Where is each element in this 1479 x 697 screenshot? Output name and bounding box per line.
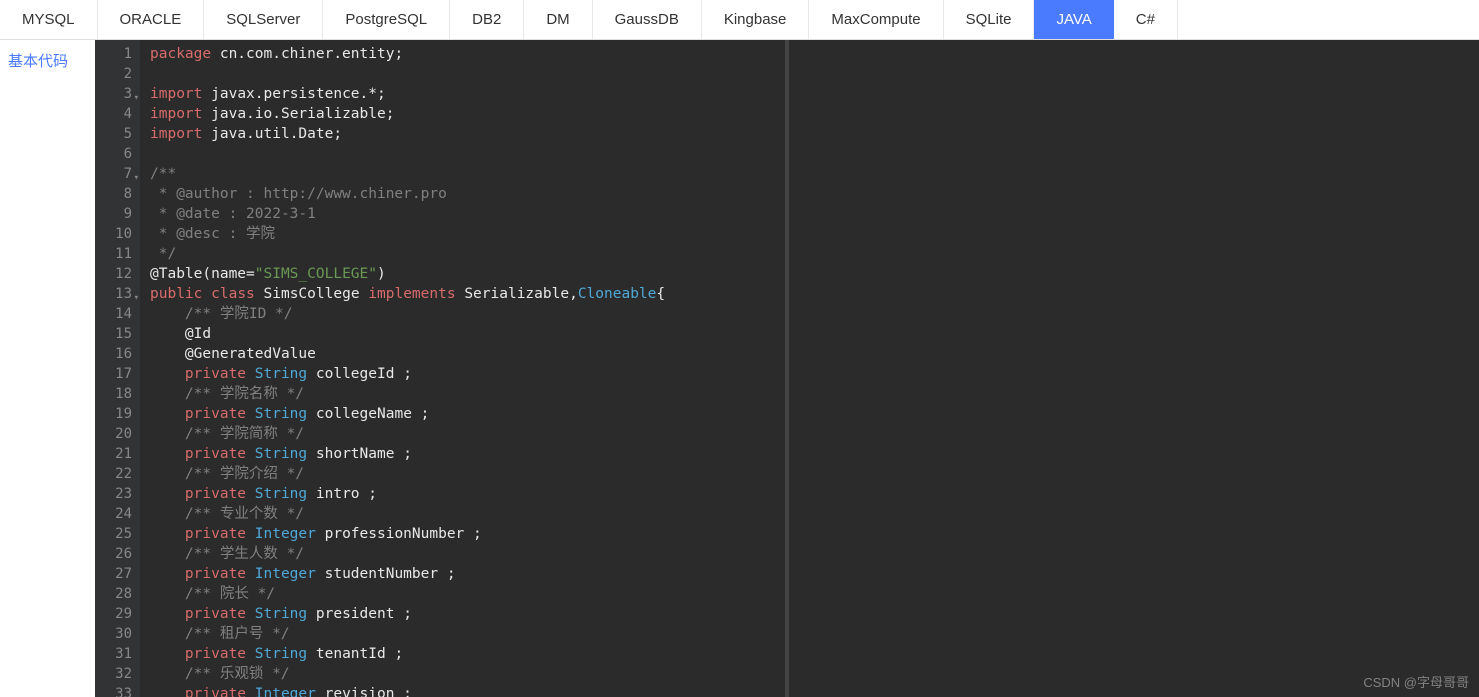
line-number: 26 xyxy=(95,544,140,564)
code-line[interactable] xyxy=(150,64,785,84)
tab-gaussdb[interactable]: GaussDB xyxy=(593,0,702,39)
line-number: 25 xyxy=(95,524,140,544)
line-number: 2 xyxy=(95,64,140,84)
line-number: 24 xyxy=(95,504,140,524)
line-number: 22 xyxy=(95,464,140,484)
right-panel xyxy=(785,40,1479,697)
line-number: 28 xyxy=(95,584,140,604)
code-line[interactable]: private String collegeId ; xyxy=(150,364,785,384)
line-number: 32 xyxy=(95,664,140,684)
code-line[interactable]: /** 学生人数 */ xyxy=(150,544,785,564)
line-number: 27 xyxy=(95,564,140,584)
tab-mysql[interactable]: MYSQL xyxy=(0,0,98,39)
code-line[interactable]: /** 学院介绍 */ xyxy=(150,464,785,484)
line-number: 23 xyxy=(95,484,140,504)
code-line[interactable]: private Integer revision ; xyxy=(150,684,785,697)
code-line[interactable]: /** 专业个数 */ xyxy=(150,504,785,524)
line-number: 17 xyxy=(95,364,140,384)
code-line[interactable]: /** 学院简称 */ xyxy=(150,424,785,444)
code-line[interactable]: * @desc : 学院 xyxy=(150,224,785,244)
code-line[interactable]: @Id xyxy=(150,324,785,344)
sidebar: 基本代码 xyxy=(0,40,95,697)
code-line[interactable]: */ xyxy=(150,244,785,264)
code-line[interactable]: private String president ; xyxy=(150,604,785,624)
code-line[interactable]: /** xyxy=(150,164,785,184)
code-line[interactable]: import javax.persistence.*; xyxy=(150,84,785,104)
line-number: 21 xyxy=(95,444,140,464)
line-number: 12 xyxy=(95,264,140,284)
code-editor[interactable]: 123▾4567▾8910111213▾14151617181920212223… xyxy=(95,40,785,697)
line-number: 20 xyxy=(95,424,140,444)
line-number: 11 xyxy=(95,244,140,264)
code-line[interactable]: /** 学院ID */ xyxy=(150,304,785,324)
tab-sqlite[interactable]: SQLite xyxy=(944,0,1035,39)
tab-db2[interactable]: DB2 xyxy=(450,0,524,39)
code-line[interactable]: /** 学院名称 */ xyxy=(150,384,785,404)
code-line[interactable]: private Integer professionNumber ; xyxy=(150,524,785,544)
code-line[interactable]: * @date : 2022-3-1 xyxy=(150,204,785,224)
code-line[interactable]: private String collegeName ; xyxy=(150,404,785,424)
tab-maxcompute[interactable]: MaxCompute xyxy=(809,0,943,39)
code-line[interactable]: package cn.com.chiner.entity; xyxy=(150,44,785,64)
tab-oracle[interactable]: ORACLE xyxy=(98,0,205,39)
code-line[interactable]: * @author : http://www.chiner.pro xyxy=(150,184,785,204)
code-line[interactable]: import java.io.Serializable; xyxy=(150,104,785,124)
line-number: 6 xyxy=(95,144,140,164)
tab-c#[interactable]: C# xyxy=(1114,0,1178,39)
code-line[interactable] xyxy=(150,144,785,164)
code-area[interactable]: package cn.com.chiner.entity; import java… xyxy=(140,40,785,697)
sidebar-item-basic-code[interactable]: 基本代码 xyxy=(8,50,87,71)
line-number: 15 xyxy=(95,324,140,344)
tab-java[interactable]: JAVA xyxy=(1034,0,1113,39)
line-number: 10 xyxy=(95,224,140,244)
line-number: 18 xyxy=(95,384,140,404)
line-number: 19 xyxy=(95,404,140,424)
watermark: CSDN @字母哥哥 xyxy=(1363,672,1469,691)
code-line[interactable]: private String shortName ; xyxy=(150,444,785,464)
tab-dm[interactable]: DM xyxy=(524,0,592,39)
code-line[interactable]: /** 租户号 */ xyxy=(150,624,785,644)
tab-sqlserver[interactable]: SQLServer xyxy=(204,0,323,39)
code-line[interactable]: @GeneratedValue xyxy=(150,344,785,364)
code-line[interactable]: @Table(name="SIMS_COLLEGE") xyxy=(150,264,785,284)
line-number: 31 xyxy=(95,644,140,664)
code-line[interactable]: private String tenantId ; xyxy=(150,644,785,664)
line-number: 13▾ xyxy=(95,284,140,304)
line-number: 14 xyxy=(95,304,140,324)
code-line[interactable]: import java.util.Date; xyxy=(150,124,785,144)
line-number: 4 xyxy=(95,104,140,124)
line-gutter: 123▾4567▾8910111213▾14151617181920212223… xyxy=(95,40,140,697)
line-number: 5 xyxy=(95,124,140,144)
line-number: 1 xyxy=(95,44,140,64)
code-line[interactable]: private Integer studentNumber ; xyxy=(150,564,785,584)
code-line[interactable]: public class SimsCollege implements Seri… xyxy=(150,284,785,304)
line-number: 29 xyxy=(95,604,140,624)
code-line[interactable]: private String intro ; xyxy=(150,484,785,504)
line-number: 7▾ xyxy=(95,164,140,184)
tab-postgresql[interactable]: PostgreSQL xyxy=(323,0,450,39)
tab-kingbase[interactable]: Kingbase xyxy=(702,0,810,39)
line-number: 16 xyxy=(95,344,140,364)
line-number: 9 xyxy=(95,204,140,224)
line-number: 3▾ xyxy=(95,84,140,104)
main: 基本代码 123▾4567▾8910111213▾141516171819202… xyxy=(0,40,1479,697)
code-line[interactable]: /** 院长 */ xyxy=(150,584,785,604)
line-number: 8 xyxy=(95,184,140,204)
code-line[interactable]: /** 乐观锁 */ xyxy=(150,664,785,684)
line-number: 30 xyxy=(95,624,140,644)
line-number: 33 xyxy=(95,684,140,697)
db-tabs: MYSQLORACLESQLServerPostgreSQLDB2DMGauss… xyxy=(0,0,1479,40)
